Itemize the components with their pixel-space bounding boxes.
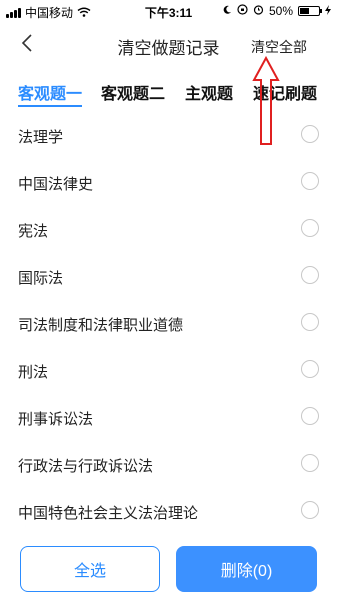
list-item[interactable]: 宪法 [0, 206, 337, 253]
tab-objective-2[interactable]: 客观题二 [101, 80, 165, 104]
radio-button[interactable] [301, 313, 319, 331]
list-item-label: 刑法 [18, 364, 49, 381]
charging-icon [325, 4, 331, 18]
tab-objective-1[interactable]: 客观题一 [18, 80, 82, 104]
list-item-label: 国际法 [18, 270, 64, 287]
annotation-arrow-icon [252, 55, 280, 148]
bottom-action-bar: 全选 删除(0) [0, 540, 337, 600]
tab-subjective[interactable]: 主观题 [185, 80, 233, 104]
radio-button[interactable] [301, 219, 319, 237]
list-item-label: 中国法律史 [18, 176, 94, 193]
status-right: 50% [222, 4, 331, 18]
tab-bar: 客观题一 客观题二 主观题 速记刷题 [0, 72, 337, 108]
list-item[interactable]: 行政法与行政诉讼法 [0, 441, 337, 488]
list-item-label: 法理学 [18, 129, 64, 146]
alarm-icon [253, 4, 264, 18]
list-item[interactable]: 中国特色社会主义法治理论 [0, 488, 337, 535]
nav-bar: 清空做题记录 清空全部 [0, 22, 337, 66]
clear-all-button[interactable]: 清空全部 [251, 37, 307, 57]
list-item[interactable]: 刑法 [0, 347, 337, 394]
list-item-label: 刑事诉讼法 [18, 411, 94, 428]
list-item[interactable]: 刑事诉讼法 [0, 394, 337, 441]
list-item-label: 行政法与行政诉讼法 [18, 458, 154, 475]
list-item[interactable]: 中国法律史 [0, 159, 337, 206]
radio-button[interactable] [301, 266, 319, 284]
list-item-label: 宪法 [18, 223, 49, 240]
list-item[interactable]: 司法制度和法律职业道德 [0, 300, 337, 347]
delete-button[interactable]: 删除(0) [176, 546, 317, 592]
moon-icon [222, 4, 232, 18]
list-item-label: 中国特色社会主义法治理论 [18, 505, 199, 522]
radio-button[interactable] [301, 454, 319, 472]
radio-button[interactable] [301, 501, 319, 519]
radio-button[interactable] [301, 172, 319, 190]
radio-button[interactable] [301, 407, 319, 425]
battery-icon [298, 6, 322, 16]
select-all-button[interactable]: 全选 [20, 546, 160, 592]
radio-button[interactable] [301, 125, 319, 143]
orientation-lock-icon [237, 4, 248, 18]
active-tab-indicator [18, 105, 82, 107]
battery-percent: 50% [268, 4, 293, 18]
radio-button[interactable] [301, 360, 319, 378]
list-item-label: 司法制度和法律职业道德 [18, 317, 184, 334]
list-item[interactable]: 国际法 [0, 253, 337, 300]
list-item[interactable]: 法理学 [0, 112, 337, 159]
status-bar: 中国移动 下午3:11 50% [0, 0, 337, 22]
